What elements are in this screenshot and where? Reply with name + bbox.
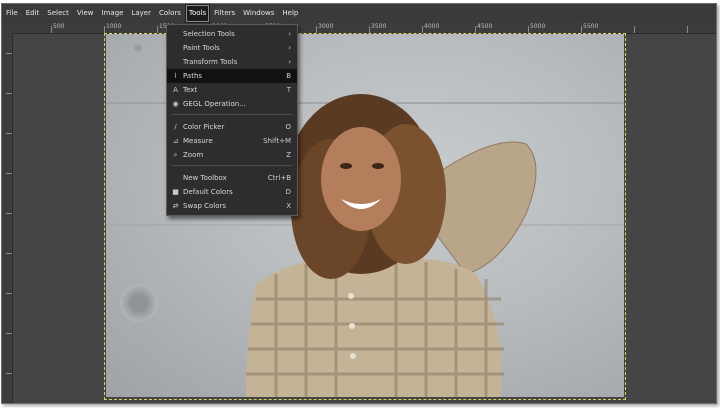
gimp-window: File Edit Select View Image Layer Colors…: [1, 3, 717, 404]
chevron-right-icon: ›: [288, 44, 291, 52]
menu-item-default-colors[interactable]: ■ Default Colors D: [167, 185, 297, 199]
ruler-label: 5500: [583, 23, 599, 30]
menu-edit[interactable]: Edit: [22, 4, 44, 23]
menu-item-gegl-operation[interactable]: ◉ GEGL Operation...: [167, 97, 297, 111]
menu-image[interactable]: Image: [98, 4, 128, 23]
menu-separator: [171, 114, 293, 115]
ruler-label: 4000: [424, 23, 440, 30]
menu-item-measure[interactable]: ⊿ Measure Shift+M: [167, 134, 297, 148]
menu-item-zoom[interactable]: ⌕ Zoom Z: [167, 148, 297, 162]
menu-help[interactable]: Help: [278, 4, 302, 23]
gegl-icon: ◉: [172, 100, 179, 108]
menu-tools[interactable]: Tools: [184, 4, 211, 23]
measure-icon: ⊿: [172, 137, 179, 145]
ruler-label: 500: [53, 23, 65, 30]
chevron-right-icon: ›: [288, 58, 291, 66]
horizontal-ruler[interactable]: 500 1000 1500 2000 2500 3000 3500 4000 4…: [12, 23, 716, 34]
color-picker-icon: ∕: [174, 123, 177, 131]
menu-view[interactable]: View: [73, 4, 98, 23]
ruler-label: 1000: [106, 23, 122, 30]
vertical-ruler[interactable]: [2, 33, 13, 403]
menu-item-color-picker[interactable]: ∕ Color Picker O: [167, 120, 297, 134]
menu-windows[interactable]: Windows: [239, 4, 278, 23]
ruler-label: 3500: [371, 23, 387, 30]
ruler-label: 3000: [318, 23, 334, 30]
ruler-label: 4500: [477, 23, 493, 30]
chevron-right-icon: ›: [288, 30, 291, 38]
menu-item-selection-tools[interactable]: Selection Tools ›: [167, 27, 297, 41]
menu-select[interactable]: Select: [43, 4, 73, 23]
menu-separator: [171, 165, 293, 166]
zoom-icon: ⌕: [173, 151, 178, 159]
menu-item-transform-tools[interactable]: Transform Tools ›: [167, 55, 297, 69]
menu-item-paths[interactable]: ⌇ Paths B: [167, 69, 297, 83]
ruler-corner[interactable]: [2, 23, 12, 33]
ruler-label: 5000: [530, 23, 546, 30]
menubar: File Edit Select View Image Layer Colors…: [2, 4, 716, 23]
menu-item-swap-colors[interactable]: ⇄ Swap Colors X: [167, 199, 297, 213]
tools-dropdown-menu: Selection Tools › Paint Tools › Transfor…: [166, 24, 298, 216]
swap-colors-icon: ⇄: [172, 202, 179, 210]
menu-filters[interactable]: Filters: [210, 4, 239, 23]
menu-layer[interactable]: Layer: [127, 4, 155, 23]
menu-item-paint-tools[interactable]: Paint Tools ›: [167, 41, 297, 55]
paths-icon: ⌇: [173, 72, 178, 80]
text-icon: A: [173, 86, 178, 94]
menu-item-text[interactable]: A Text T: [167, 83, 297, 97]
menu-item-new-toolbox[interactable]: New Toolbox Ctrl+B: [167, 171, 297, 185]
menu-file[interactable]: File: [2, 4, 22, 23]
menu-colors[interactable]: Colors: [155, 4, 185, 23]
default-colors-icon: ■: [172, 188, 179, 196]
